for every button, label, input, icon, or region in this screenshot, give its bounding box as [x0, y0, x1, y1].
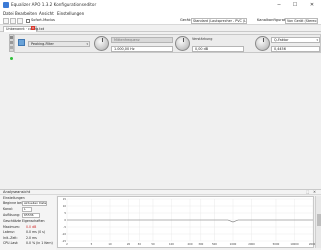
analysis-settings-panel: Einstellungen Beginne bei: Aktuellen Dat…: [0, 195, 56, 250]
x-tick-label: 10: [108, 242, 112, 246]
y-tick-label: 0: [64, 218, 66, 222]
start-at-label: Beginne bei:: [3, 201, 24, 205]
filter-icon[interactable]: [18, 39, 25, 46]
response-plot: 151050-5-10-15 2 5 10 20 30 50 100 200 300 500 100…: [62, 197, 318, 246]
x-tick-label: 100: [169, 242, 174, 246]
y-tick-label: 5: [64, 211, 66, 215]
tab-close-icon[interactable]: ✕: [31, 26, 35, 30]
menu-edit[interactable]: Bearbeiten: [15, 11, 37, 16]
tab-bar: Unbenannt · config.txt ✕: [0, 25, 321, 32]
q-type-select[interactable]: Q-Faktor ▾: [271, 37, 320, 43]
tab-label: Unbenannt · config.txt: [6, 27, 45, 31]
gain-knob[interactable]: [175, 36, 190, 51]
x-tick-label: 50: [151, 242, 155, 246]
q-input[interactable]: 0,4456: [271, 46, 320, 52]
properties-heading: Geschätzte Eigenschaften: [3, 219, 45, 223]
scrollbar-thumb[interactable]: [317, 214, 321, 226]
maximize-button[interactable]: ☐: [289, 0, 301, 10]
frequency-input[interactable]: 1.000,00 Hz: [111, 46, 173, 52]
menu-settings[interactable]: Einstellungen: [57, 11, 84, 16]
q-knob[interactable]: [255, 36, 270, 51]
y-tick-label: -5: [63, 225, 66, 229]
menu-bar: Datei Bearbeiten Ansicht Einstellungen: [0, 10, 321, 17]
add-icon[interactable]: [10, 36, 13, 39]
graph-scrollbar[interactable]: [315, 196, 321, 248]
x-tick-label: 10000: [290, 242, 299, 246]
start-at-select[interactable]: Aktuellen Datei: [22, 201, 47, 206]
cpu-load-value: 0.0 % (in 1 Kern): [26, 241, 53, 245]
frequency-knob[interactable]: [94, 36, 109, 51]
x-tick-label: 300: [198, 242, 203, 246]
x-tick-label: 30: [138, 242, 142, 246]
resolution-select[interactable]: 65536: [22, 213, 40, 218]
close-window-button[interactable]: ✕: [306, 0, 318, 10]
chevron-down-icon: ▾: [316, 38, 318, 42]
analysis-close-icon[interactable]: ✕: [313, 190, 316, 195]
x-tick-label: 2000: [248, 242, 255, 246]
latency-label: Latenz:: [3, 230, 15, 234]
title-bar: Equalizer APO 1.3.2 Konfigurationseditor…: [0, 0, 321, 10]
new-file-icon[interactable]: [3, 18, 9, 24]
x-tick-label: 1000: [230, 242, 237, 246]
filter-card: Peaking-Filter ▾ Mittenfrequenz 1.000,00…: [14, 34, 321, 53]
x-tick-label: 200: [188, 242, 193, 246]
app-icon: [3, 2, 9, 8]
pin-icon[interactable]: ⬚: [306, 190, 309, 195]
y-tick-label: 10: [63, 204, 67, 208]
collapse-icon[interactable]: [10, 46, 13, 49]
y-tick-label: -10: [62, 232, 67, 236]
channel-select[interactable]: L: [22, 207, 32, 212]
workspace: [0, 32, 321, 190]
x-tick-label: 2: [66, 242, 68, 246]
filter-type-value: Peaking-Filter: [31, 42, 54, 46]
remove-icon[interactable]: [10, 41, 13, 44]
menu-file[interactable]: Datei: [3, 11, 14, 16]
channel-config-select[interactable]: Von Gerät (Stereo): [285, 18, 318, 24]
filter-type-select[interactable]: Peaking-Filter ▾: [28, 41, 90, 47]
device-select[interactable]: Standard (Lautsprecher - PVC (Larsen): [191, 18, 247, 24]
x-tick-label: 500: [212, 242, 217, 246]
latency-value: 0.0 ms (0 s): [26, 230, 46, 234]
open-file-icon[interactable]: [10, 18, 16, 24]
peak-value: 0.0 dB: [26, 224, 37, 229]
save-icon[interactable]: [17, 18, 23, 24]
toolbar: Sofort-Modus Gerät: Standard (Lautsprech…: [0, 17, 321, 25]
device-label: Gerät:: [180, 18, 192, 23]
instant-mode-label: Sofort-Modus: [31, 18, 55, 23]
menu-view[interactable]: Ansicht: [39, 11, 54, 16]
instant-mode-checkbox[interactable]: [26, 18, 30, 23]
x-tick-label: 5000: [273, 242, 280, 246]
window-title: Equalizer APO 1.3.2 Konfigurationseditor: [11, 2, 97, 7]
resolution-label: Auflösung:: [3, 213, 20, 217]
gain-input[interactable]: 0,00 dB: [192, 46, 244, 52]
peak-label: Maximum:: [3, 224, 20, 229]
minimize-button[interactable]: ─: [273, 0, 285, 10]
init-time-label: Init.-Zeit:: [3, 235, 18, 240]
frequency-response-graph[interactable]: 15 10 5 0 -5 -10 -15 2 5 10 20 30 50 100 200 300 500 100…: [57, 196, 318, 248]
power-led[interactable]: [10, 57, 13, 60]
settings-heading: Einstellungen: [3, 196, 25, 200]
y-tick-label: 15: [63, 197, 67, 201]
frequency-label: Mittenfrequenz: [111, 37, 173, 43]
chevron-down-icon: ▾: [86, 42, 88, 46]
q-label: Q-Faktor: [274, 38, 289, 42]
cpu-load-label: CPU-Last:: [3, 241, 19, 245]
gain-label: Verstärkung: [192, 37, 213, 41]
channel-label: Kanal:: [3, 207, 13, 211]
x-tick-label: 5: [91, 242, 93, 246]
x-tick-label: 20: [127, 242, 131, 246]
init-time-value: 2.0 ms: [26, 235, 37, 240]
